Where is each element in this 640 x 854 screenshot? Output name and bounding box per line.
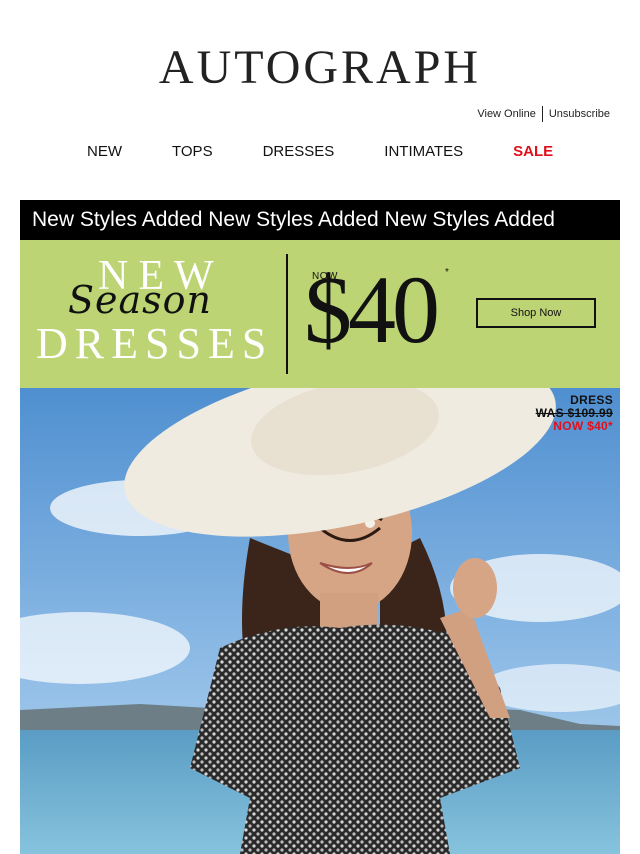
unsubscribe-link[interactable]: Unsubscribe — [549, 108, 610, 120]
hero-photo-illustration — [20, 388, 620, 854]
banner-divider — [286, 254, 288, 374]
now-price: NOW $40* — [553, 419, 613, 433]
main-nav: NEW TOPS DRESSES INTIMATES SALE — [62, 143, 578, 160]
banner-now-label: NOW — [312, 271, 338, 282]
banner-asterisk: * — [445, 267, 449, 278]
nav-item-dresses[interactable]: DRESSES — [238, 143, 360, 160]
nav-item-sale[interactable]: SALE — [488, 143, 578, 160]
price-tag: DRESS WAS $109.99 NOW $40* — [536, 394, 613, 433]
nav-item-intimates[interactable]: INTIMATES — [359, 143, 488, 160]
banner-dresses-text: DRESSES — [36, 319, 274, 368]
view-online-link[interactable]: View Online — [477, 108, 536, 120]
promo-ticker[interactable]: New Styles Added New Styles Added New St… — [20, 200, 620, 240]
nav-item-tops[interactable]: TOPS — [147, 143, 238, 160]
hero-image[interactable]: DRESS WAS $109.99 NOW $40* — [20, 388, 620, 854]
promo-banner[interactable]: NEW DRESSES Season $40 NOW * Shop Now — [20, 240, 620, 388]
shop-now-button[interactable]: Shop Now — [476, 298, 596, 328]
banner-season-script: Season — [68, 278, 213, 322]
brand-logo[interactable]: AUTOGRAPH — [0, 40, 640, 95]
utility-divider — [541, 106, 543, 122]
utility-links: View Online Unsubscribe — [477, 106, 610, 122]
nav-item-new[interactable]: NEW — [62, 143, 147, 160]
